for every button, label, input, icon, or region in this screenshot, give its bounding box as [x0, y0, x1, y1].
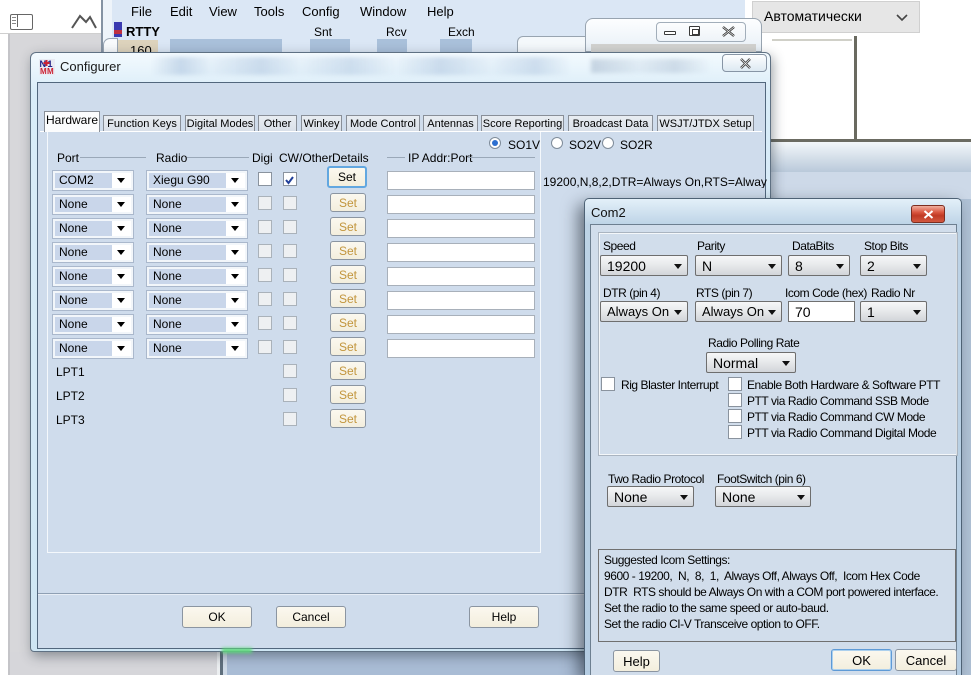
- svg-text:M: M: [40, 67, 47, 75]
- svg-text:M: M: [47, 67, 54, 75]
